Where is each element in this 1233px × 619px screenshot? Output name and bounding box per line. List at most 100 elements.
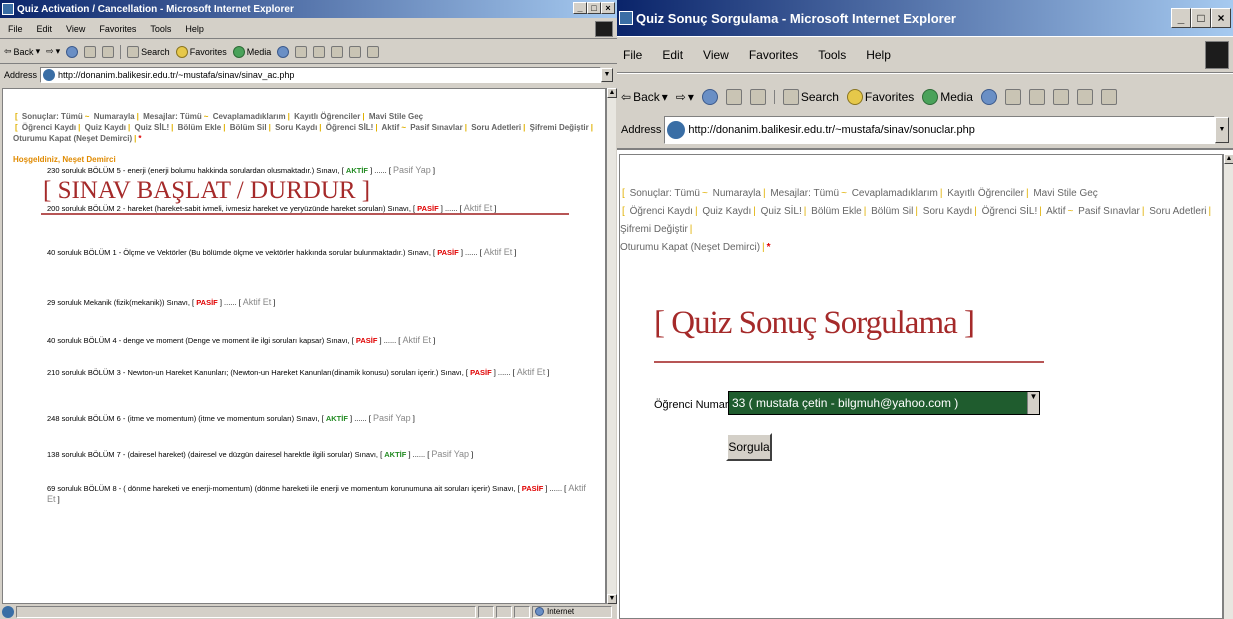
nav-messages-all[interactable]: Mesajlar: Tümü: [770, 188, 839, 199]
nav-results-by-number[interactable]: Numarayla: [713, 188, 761, 199]
nav-blue-style[interactable]: Mavi Stile Geç: [1033, 188, 1097, 199]
menu-help[interactable]: Help: [864, 48, 893, 62]
menu-help[interactable]: Help: [183, 24, 206, 34]
address-input[interactable]: http://donanim.balikesir.edu.tr/~mustafa…: [664, 116, 1215, 144]
nav-active[interactable]: Aktif: [382, 123, 400, 132]
close-icon[interactable]: ×: [1211, 8, 1231, 28]
scroll-up-icon[interactable]: ▲: [1224, 154, 1233, 164]
discuss-icon[interactable]: [349, 45, 362, 58]
search-button[interactable]: Search: [127, 45, 170, 58]
nav-quiz-register[interactable]: Quiz Kaydı: [85, 123, 126, 132]
address-dropdown-icon[interactable]: ▼: [601, 68, 613, 82]
activate-link[interactable]: Aktif Et: [402, 335, 431, 345]
search-button[interactable]: Search: [782, 88, 839, 105]
menu-favorites[interactable]: Favorites: [97, 24, 138, 34]
menu-tools[interactable]: Tools: [816, 48, 848, 62]
minimize-icon[interactable]: _: [1171, 8, 1191, 28]
mail-icon[interactable]: [295, 45, 308, 58]
menu-tools[interactable]: Tools: [148, 24, 173, 34]
stop-icon[interactable]: [701, 88, 718, 105]
nav-student-register[interactable]: Öğrenci Kaydı: [630, 206, 693, 217]
maximize-icon[interactable]: □: [1191, 8, 1211, 28]
activate-link[interactable]: Aktif Et: [464, 203, 493, 213]
scroll-down-icon[interactable]: ▼: [607, 594, 617, 604]
favorites-button[interactable]: Favorites: [846, 88, 914, 105]
nav-results-by-number[interactable]: Numarayla: [94, 112, 135, 121]
menu-favorites[interactable]: Favorites: [747, 48, 800, 62]
menu-edit[interactable]: Edit: [35, 24, 55, 34]
messenger-icon[interactable]: [367, 45, 380, 58]
history-icon[interactable]: [980, 88, 997, 105]
refresh-icon[interactable]: [725, 88, 742, 105]
minimize-icon[interactable]: _: [573, 2, 587, 14]
left-title-bar[interactable]: Quiz Activation / Cancellation - Microso…: [0, 0, 617, 18]
discuss-icon[interactable]: [1076, 88, 1093, 105]
menu-view[interactable]: View: [64, 24, 87, 34]
nav-quiz-delete[interactable]: Quiz SİL!: [761, 206, 802, 217]
stop-icon[interactable]: [66, 45, 79, 58]
edit-icon[interactable]: [331, 45, 344, 58]
nav-student-delete[interactable]: Öğrenci SİL!: [326, 123, 374, 132]
back-button[interactable]: ⇦ Back ▾: [621, 90, 668, 104]
media-button[interactable]: Media: [922, 88, 973, 105]
favorites-button[interactable]: Favorites: [175, 45, 227, 58]
nav-results-all[interactable]: Sonuçlar: Tümü: [22, 112, 83, 121]
nav-question-counts[interactable]: Soru Adetleri: [471, 123, 521, 132]
right-vertical-scrollbar[interactable]: ▲: [1223, 154, 1233, 619]
media-button[interactable]: Media: [232, 45, 271, 58]
nav-change-password[interactable]: Şifremi Değiştir: [530, 123, 589, 132]
home-icon[interactable]: [102, 45, 115, 58]
address-dropdown-icon[interactable]: ▼: [1215, 117, 1229, 143]
activate-link[interactable]: Aktif Et: [517, 367, 546, 377]
address-input[interactable]: http://donanim.balikesir.edu.tr/~mustafa…: [40, 67, 601, 83]
menu-file[interactable]: File: [621, 48, 644, 62]
nav-section-delete[interactable]: Bölüm Sil: [871, 206, 913, 217]
nav-question-counts[interactable]: Soru Adetleri: [1149, 206, 1206, 217]
scroll-up-icon[interactable]: ▲: [607, 88, 617, 98]
nav-passive-exams[interactable]: Pasif Sınavlar: [1078, 206, 1140, 217]
history-icon[interactable]: [277, 45, 290, 58]
forward-button[interactable]: ⇨ ▾: [676, 90, 694, 104]
nav-section-delete[interactable]: Bölüm Sil: [230, 123, 267, 132]
mail-icon[interactable]: [1004, 88, 1021, 105]
refresh-icon[interactable]: [84, 45, 97, 58]
menu-edit[interactable]: Edit: [660, 48, 685, 62]
print-icon[interactable]: [1028, 88, 1045, 105]
nav-unanswered[interactable]: Cevaplamadıklarım: [213, 112, 286, 121]
nav-section-add[interactable]: Bölüm Ekle: [178, 123, 222, 132]
print-icon[interactable]: [313, 45, 326, 58]
nav-change-password[interactable]: Şifremi Değiştir: [620, 224, 688, 235]
deactivate-link[interactable]: Pasif Yap: [393, 165, 431, 175]
close-icon[interactable]: ×: [601, 2, 615, 14]
forward-button[interactable]: ⇨ ▾: [46, 46, 60, 57]
menu-view[interactable]: View: [701, 48, 731, 62]
nav-section-add[interactable]: Bölüm Ekle: [811, 206, 862, 217]
back-button[interactable]: ⇦ Back ▾: [4, 46, 40, 57]
nav-registered-students[interactable]: Kayıtlı Öğrenciler: [947, 188, 1024, 199]
deactivate-link[interactable]: Pasif Yap: [431, 449, 469, 459]
deactivate-link[interactable]: Pasif Yap: [373, 413, 411, 423]
nav-blue-style[interactable]: Mavi Stile Geç: [369, 112, 423, 121]
nav-logout[interactable]: Oturumu Kapat (Neşet Demirci): [620, 242, 760, 253]
nav-messages-all[interactable]: Mesajlar: Tümü: [143, 112, 202, 121]
nav-active[interactable]: Aktif: [1046, 206, 1065, 217]
nav-quiz-delete[interactable]: Quiz SİL!: [134, 123, 169, 132]
nav-logout[interactable]: Oturumu Kapat (Neşet Demirci): [13, 134, 132, 143]
nav-quiz-register[interactable]: Quiz Kaydı: [702, 206, 751, 217]
nav-unanswered[interactable]: Cevaplamadıklarım: [852, 188, 938, 199]
nav-question-register[interactable]: Soru Kaydı: [923, 206, 972, 217]
nav-passive-exams[interactable]: Pasif Sınavlar: [410, 123, 462, 132]
student-number-select[interactable]: 33 ( mustafa çetin - bilgmuh@yahoo.com )…: [728, 391, 1040, 415]
nav-registered-students[interactable]: Kayıtlı Öğrenciler: [294, 112, 360, 121]
activate-link[interactable]: Aktif Et: [484, 247, 513, 257]
messenger-icon[interactable]: [1100, 88, 1117, 105]
nav-results-all[interactable]: Sonuçlar: Tümü: [630, 188, 700, 199]
edit-icon[interactable]: [1052, 88, 1069, 105]
nav-student-delete[interactable]: Öğrenci SİL!: [982, 206, 1038, 217]
activate-link[interactable]: Aktif Et: [243, 297, 272, 307]
menu-file[interactable]: File: [6, 24, 25, 34]
right-title-bar[interactable]: Quiz Sonuç Sorgulama - Microsoft Interne…: [617, 0, 1233, 36]
maximize-icon[interactable]: □: [587, 2, 601, 14]
left-vertical-scrollbar[interactable]: ▲ ▼: [606, 88, 617, 604]
home-icon[interactable]: [749, 88, 766, 105]
